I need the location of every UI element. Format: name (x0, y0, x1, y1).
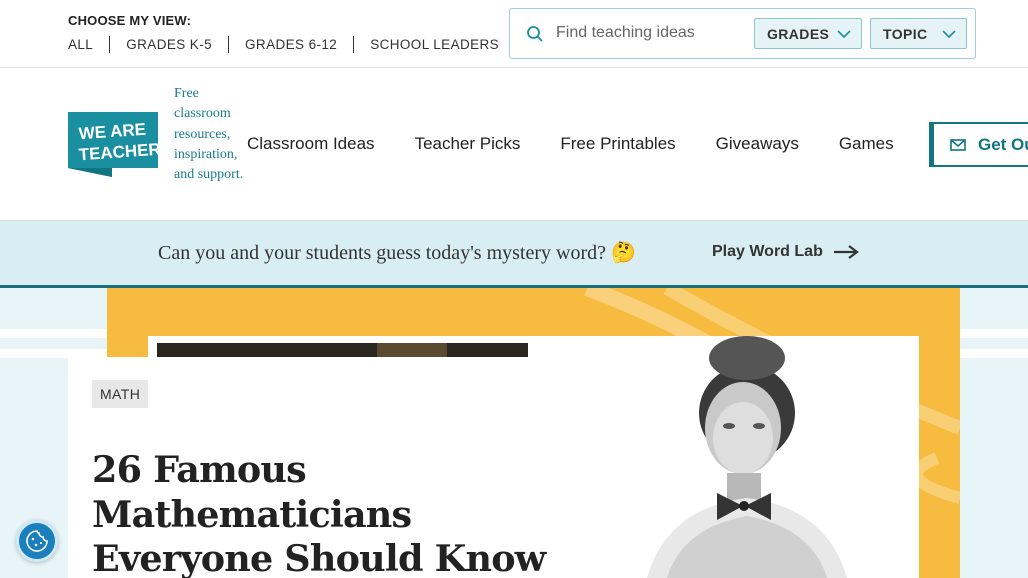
newsletter-button-label: Get Ou (978, 134, 1028, 154)
promo-text: Can you and your students guess today's … (158, 242, 636, 264)
arrow-right-icon (833, 245, 859, 259)
grades-dropdown[interactable]: GRADES (754, 18, 862, 49)
nav-item-teacher-picks[interactable]: Teacher Picks (415, 134, 521, 154)
newsletter-button[interactable]: Get Ou (929, 122, 1028, 167)
envelope-icon (950, 138, 966, 151)
site-header: WE ARE TEACHERS Free classroom resources… (0, 68, 1028, 221)
site-logo[interactable]: WE ARE TEACHERS (68, 112, 173, 177)
nav-item-free-printables[interactable]: Free Printables (560, 134, 675, 154)
nav-item-giveaways[interactable]: Giveaways (716, 134, 799, 154)
view-link-school-leaders[interactable]: SCHOOL LEADERS (353, 36, 515, 53)
utility-bar: CHOOSE MY VIEW: ALL GRADES K-5 GRADES 6-… (0, 0, 1028, 68)
view-link-grades-k5[interactable]: GRADES K-5 (109, 36, 228, 53)
cookie-settings-button[interactable] (16, 520, 58, 562)
view-switcher: ALL GRADES K-5 GRADES 6-12 SCHOOL LEADER… (68, 36, 515, 53)
nav-item-classroom-ideas[interactable]: Classroom Ideas (247, 134, 375, 154)
article-headline[interactable]: 26 Famous Mathematicians Everyone Should… (92, 448, 562, 578)
search-icon[interactable] (526, 25, 544, 43)
site-tagline: Free classroom resources, inspiration, a… (174, 86, 244, 183)
chevron-down-icon (942, 30, 956, 39)
topic-dropdown[interactable]: TOPIC (870, 18, 967, 49)
main-nav: Classroom Ideas Teacher Picks Free Print… (247, 134, 934, 154)
article-card[interactable]: MATH 26 Famous Mathematicians Everyone S… (68, 357, 580, 578)
search-box: GRADES TOPIC (509, 8, 976, 59)
promo-link-label: Play Word Lab (712, 243, 823, 260)
hero-section: MATH 26 Famous Mathematicians Everyone S… (0, 288, 1028, 578)
play-word-lab-link[interactable]: Play Word Lab (712, 243, 859, 261)
view-link-grades-6-12[interactable]: GRADES 6-12 (228, 36, 353, 53)
chevron-down-icon (837, 30, 851, 39)
grades-dropdown-label: GRADES (767, 25, 830, 42)
search-input[interactable] (556, 19, 751, 47)
view-link-all[interactable]: ALL (68, 36, 109, 53)
category-tag[interactable]: MATH (92, 380, 149, 408)
promo-banner: Can you and your students guess today's … (0, 221, 1028, 288)
topic-dropdown-label: TOPIC (883, 25, 928, 42)
nav-item-games[interactable]: Games (839, 134, 894, 154)
cookie-icon (26, 530, 48, 552)
view-label: CHOOSE MY VIEW: (68, 13, 192, 28)
